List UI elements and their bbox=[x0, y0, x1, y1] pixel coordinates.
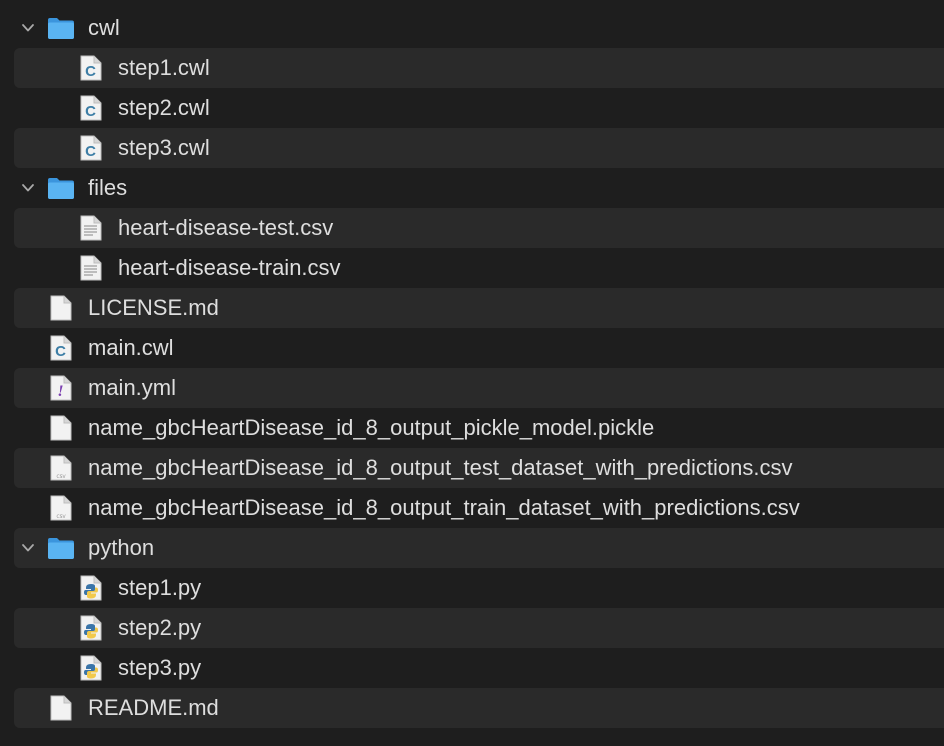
file-name: step1.py bbox=[118, 575, 202, 600]
cwl-file-icon: C bbox=[77, 95, 105, 121]
file-row[interactable]: heart-disease-train.csv bbox=[14, 248, 944, 288]
file-row[interactable]: LICENSE.md bbox=[14, 288, 944, 328]
file-name: step2.cwl bbox=[118, 95, 210, 120]
file-row[interactable]: ! main.yml bbox=[14, 368, 944, 408]
file-name: name_gbcHeartDisease_id_8_output_pickle_… bbox=[88, 415, 655, 440]
file-name: name_gbcHeartDisease_id_8_output_test_da… bbox=[88, 455, 793, 480]
folder-icon bbox=[47, 535, 75, 561]
chevron-down-icon[interactable] bbox=[20, 180, 36, 196]
cwl-file-icon: C bbox=[77, 55, 105, 81]
file-name: main.yml bbox=[88, 375, 177, 400]
cwl-file-icon: C bbox=[77, 135, 105, 161]
text-file-icon bbox=[77, 215, 105, 241]
csv-file-icon: CSV bbox=[47, 495, 75, 521]
folder-name: cwl bbox=[88, 15, 120, 40]
document-icon bbox=[47, 295, 75, 321]
cwl-file-icon: C bbox=[47, 335, 75, 361]
svg-text:C: C bbox=[85, 63, 96, 80]
file-name: step3.cwl bbox=[118, 135, 210, 160]
file-row[interactable]: step1.py bbox=[14, 568, 944, 608]
document-icon bbox=[47, 415, 75, 441]
file-name: step1.cwl bbox=[118, 55, 210, 80]
file-name: heart-disease-train.csv bbox=[118, 255, 341, 280]
file-row[interactable]: step3.py bbox=[14, 648, 944, 688]
file-name: LICENSE.md bbox=[88, 295, 219, 320]
svg-text:C: C bbox=[85, 103, 96, 120]
file-row[interactable]: Cstep2.cwl bbox=[14, 88, 944, 128]
csv-file-icon: CSV bbox=[47, 455, 75, 481]
python-file-icon bbox=[77, 615, 105, 641]
csv-badge: CSV bbox=[56, 474, 66, 480]
python-file-icon bbox=[77, 655, 105, 681]
file-tree: cwl Cstep1.cwl Cstep2.cwl Cstep3.cwl files he… bbox=[14, 8, 944, 728]
file-name: main.cwl bbox=[88, 335, 174, 360]
folder-row[interactable]: cwl bbox=[14, 8, 944, 48]
file-row[interactable]: step2.py bbox=[14, 608, 944, 648]
file-row[interactable]: heart-disease-test.csv bbox=[14, 208, 944, 248]
file-row[interactable]: Cstep1.cwl bbox=[14, 48, 944, 88]
chevron-down-icon[interactable] bbox=[20, 540, 36, 556]
python-file-icon bbox=[77, 575, 105, 601]
csv-badge: CSV bbox=[56, 514, 66, 520]
folder-name: python bbox=[88, 535, 155, 560]
file-row[interactable]: README.md bbox=[14, 688, 944, 728]
folder-row[interactable]: python bbox=[14, 528, 944, 568]
file-row[interactable]: Cstep3.cwl bbox=[14, 128, 944, 168]
svg-text:!: ! bbox=[57, 383, 63, 400]
file-name: step3.py bbox=[118, 655, 202, 680]
svg-text:C: C bbox=[85, 143, 96, 160]
folder-icon bbox=[47, 15, 75, 41]
file-name: README.md bbox=[88, 695, 219, 720]
file-row[interactable]: CSV name_gbcHeartDisease_id_8_output_test… bbox=[14, 448, 944, 488]
file-row[interactable]: Cmain.cwl bbox=[14, 328, 944, 368]
folder-name: files bbox=[88, 175, 128, 200]
file-row[interactable]: name_gbcHeartDisease_id_8_output_pickle_… bbox=[14, 408, 944, 448]
folder-row[interactable]: files bbox=[14, 168, 944, 208]
file-name: heart-disease-test.csv bbox=[118, 215, 334, 240]
chevron-down-icon[interactable] bbox=[20, 20, 36, 36]
file-row[interactable]: CSV name_gbcHeartDisease_id_8_output_trai… bbox=[14, 488, 944, 528]
text-file-icon bbox=[77, 255, 105, 281]
folder-icon bbox=[47, 175, 75, 201]
document-icon bbox=[47, 695, 75, 721]
svg-text:C: C bbox=[55, 343, 66, 360]
file-name: name_gbcHeartDisease_id_8_output_train_d… bbox=[88, 495, 800, 520]
yaml-file-icon: ! bbox=[47, 375, 75, 401]
file-name: step2.py bbox=[118, 615, 202, 640]
